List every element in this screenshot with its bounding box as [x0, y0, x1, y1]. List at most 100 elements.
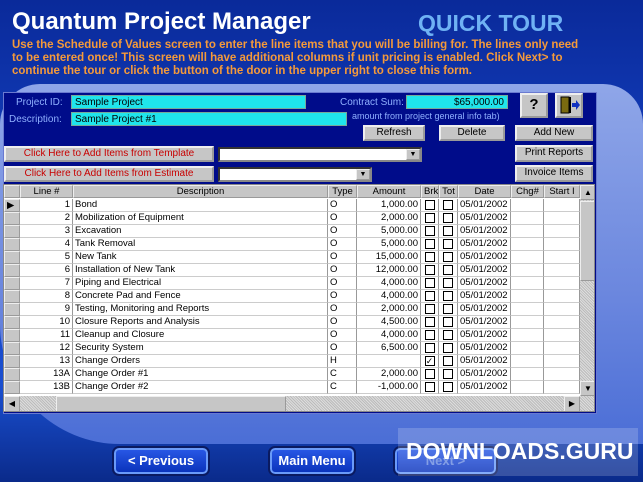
refresh-button[interactable]: Refresh: [363, 125, 425, 141]
row-selector[interactable]: [4, 264, 20, 277]
table-row[interactable]: 5 New Tank O 15,000.00 05/01/2002: [4, 251, 580, 264]
cell-empty[interactable]: [544, 199, 580, 212]
cell-empty[interactable]: [544, 316, 580, 329]
row-selector[interactable]: [4, 212, 20, 225]
add-from-template-button[interactable]: Click Here to Add Items from Template: [4, 146, 214, 162]
cell-date[interactable]: 05/01/2002: [458, 303, 511, 316]
cell-empty[interactable]: [511, 381, 544, 394]
checkbox[interactable]: [443, 226, 453, 236]
cell-amount[interactable]: [357, 355, 421, 368]
cell-line[interactable]: 10: [20, 316, 73, 329]
cell-empty[interactable]: [544, 342, 580, 355]
brk-checkbox[interactable]: [421, 212, 439, 225]
main-menu-button[interactable]: Main Menu: [268, 446, 356, 476]
tot-checkbox[interactable]: [439, 316, 458, 329]
cell-date[interactable]: 05/01/2002: [458, 225, 511, 238]
cell-empty[interactable]: [544, 368, 580, 381]
cell-date[interactable]: 05/01/2002: [458, 329, 511, 342]
cell-type[interactable]: O: [328, 199, 357, 212]
scroll-down-icon[interactable]: ▼: [580, 381, 594, 396]
brk-checkbox[interactable]: [421, 381, 439, 394]
brk-checkbox[interactable]: [421, 277, 439, 290]
cell-line[interactable]: 9: [20, 303, 73, 316]
estimate-dropdown[interactable]: ▼: [218, 167, 372, 182]
cell-date[interactable]: 05/01/2002: [458, 316, 511, 329]
brk-checkbox[interactable]: [421, 264, 439, 277]
tot-checkbox[interactable]: [439, 277, 458, 290]
row-selector[interactable]: [4, 225, 20, 238]
checkbox[interactable]: [424, 330, 435, 340]
tot-checkbox[interactable]: [439, 238, 458, 251]
brk-checkbox[interactable]: [421, 316, 439, 329]
brk-checkbox[interactable]: [421, 368, 439, 381]
checkbox[interactable]: [443, 252, 453, 262]
cell-type[interactable]: O: [328, 277, 357, 290]
cell-empty[interactable]: [511, 238, 544, 251]
scroll-thumb[interactable]: [580, 201, 594, 281]
cell-amount[interactable]: 6,500.00: [357, 342, 421, 355]
row-selector[interactable]: [4, 277, 20, 290]
scroll-up-icon[interactable]: ▲: [580, 185, 594, 200]
cell-desc[interactable]: Cleanup and Closure: [73, 329, 328, 342]
table-row[interactable]: 13B Change Order #2 C -1,000.00 05/01/2002: [4, 381, 580, 394]
cell-empty[interactable]: [511, 303, 544, 316]
checkbox[interactable]: [443, 369, 453, 379]
table-row[interactable]: 4 Tank Removal O 5,000.00 05/01/2002: [4, 238, 580, 251]
checkbox[interactable]: ✓: [424, 356, 435, 366]
checkbox[interactable]: [443, 200, 453, 210]
cell-amount[interactable]: 2,000.00: [357, 368, 421, 381]
tot-checkbox[interactable]: [439, 225, 458, 238]
checkbox[interactable]: [424, 213, 435, 223]
checkbox[interactable]: [424, 200, 435, 210]
checkbox[interactable]: [424, 252, 435, 262]
table-row[interactable]: 9 Testing, Monitoring and Reports O 2,000.0…: [4, 303, 580, 316]
cell-amount[interactable]: 15,000.00: [357, 251, 421, 264]
cell-empty[interactable]: [511, 329, 544, 342]
row-selector[interactable]: [4, 251, 20, 264]
checkbox[interactable]: [443, 265, 453, 275]
cell-amount[interactable]: 4,000.00: [357, 290, 421, 303]
table-row[interactable]: ▶ 1 Bond O 1,000.00 05/01/2002: [4, 199, 580, 212]
row-selector[interactable]: [4, 303, 20, 316]
brk-checkbox[interactable]: [421, 199, 439, 212]
checkbox[interactable]: [424, 343, 435, 353]
cell-amount[interactable]: 2,000.00: [357, 212, 421, 225]
row-selector[interactable]: [4, 238, 20, 251]
vertical-scrollbar[interactable]: ▲ ▼: [580, 185, 594, 397]
cell-type[interactable]: C: [328, 368, 357, 381]
cell-date[interactable]: 05/01/2002: [458, 342, 511, 355]
cell-type[interactable]: O: [328, 212, 357, 225]
invoice-items-button[interactable]: Invoice Items: [515, 165, 593, 182]
brk-checkbox[interactable]: [421, 290, 439, 303]
cell-amount[interactable]: 2,000.00: [357, 303, 421, 316]
contract-sum-field[interactable]: $65,000.00: [406, 95, 508, 109]
cell-desc[interactable]: Change Orders: [73, 355, 328, 368]
tot-checkbox[interactable]: [439, 381, 458, 394]
cell-type[interactable]: O: [328, 290, 357, 303]
cell-amount[interactable]: 5,000.00: [357, 238, 421, 251]
cell-line[interactable]: 6: [20, 264, 73, 277]
scroll-left-icon[interactable]: ◀: [4, 396, 20, 411]
row-selector[interactable]: [4, 381, 20, 394]
cell-type[interactable]: C: [328, 381, 357, 394]
tot-checkbox[interactable]: [439, 212, 458, 225]
table-row[interactable]: 13 Change Orders H ✓ 05/01/2002: [4, 355, 580, 368]
cell-type[interactable]: O: [328, 238, 357, 251]
table-row[interactable]: 7 Piping and Electrical O 4,000.00 05/01/200…: [4, 277, 580, 290]
cell-desc[interactable]: Change Order #1: [73, 368, 328, 381]
checkbox[interactable]: [424, 278, 435, 288]
cell-line[interactable]: 1: [20, 199, 73, 212]
cell-line[interactable]: 13A: [20, 368, 73, 381]
cell-empty[interactable]: [511, 290, 544, 303]
cell-desc[interactable]: Tank Removal: [73, 238, 328, 251]
cell-empty[interactable]: [511, 225, 544, 238]
cell-line[interactable]: 8: [20, 290, 73, 303]
cell-type[interactable]: O: [328, 329, 357, 342]
cell-date[interactable]: 05/01/2002: [458, 368, 511, 381]
brk-checkbox[interactable]: [421, 251, 439, 264]
brk-checkbox[interactable]: ✓: [421, 355, 439, 368]
cell-line[interactable]: 13: [20, 355, 73, 368]
add-from-estimate-button[interactable]: Click Here to Add Items from Estimate: [4, 166, 214, 182]
cell-empty[interactable]: [544, 381, 580, 394]
cell-empty[interactable]: [511, 277, 544, 290]
